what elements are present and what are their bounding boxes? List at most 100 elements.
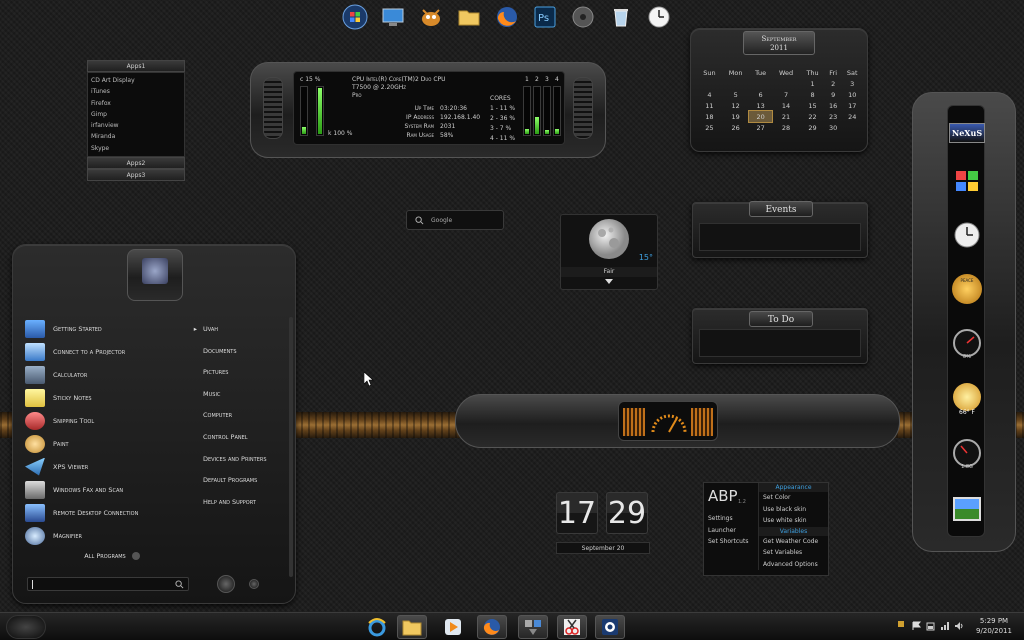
start-link-control-panel[interactable]: Control Panel <box>203 427 293 449</box>
snipping-icon[interactable] <box>557 615 587 639</box>
calendar-day[interactable]: 9 <box>825 89 842 100</box>
apps3-header[interactable]: Apps3 <box>87 169 185 182</box>
set-color-option[interactable]: Set Color <box>759 492 828 504</box>
list-item[interactable]: iTunes <box>88 86 184 97</box>
calendar-day[interactable]: 3 <box>841 78 863 89</box>
start-item-calculator[interactable]: Calculator <box>21 363 203 386</box>
abp-launcher-link[interactable]: Launcher <box>704 525 758 537</box>
calendar-day[interactable]: 16 <box>825 100 842 111</box>
start-item-snipping-tool[interactable]: Snipping Tool <box>21 409 203 432</box>
scrollbar[interactable] <box>289 317 293 577</box>
peace-badge-icon[interactable]: PEACE <box>948 270 986 308</box>
calendar-day[interactable]: 18 <box>697 111 722 122</box>
calendar-day[interactable]: 15 <box>800 100 825 111</box>
calendar-day[interactable]: 21 <box>772 111 800 122</box>
start-item-remote-desktop[interactable]: Remote Desktop Connection <box>21 501 203 524</box>
list-item[interactable]: irfanview <box>88 120 184 131</box>
flag-icon[interactable] <box>912 621 922 631</box>
set-variables-option[interactable]: Set Variables <box>759 547 828 559</box>
windows-start-icon[interactable] <box>340 2 370 32</box>
calendar-day[interactable]: 30 <box>825 122 842 133</box>
start-item-fax-scan[interactable]: Windows Fax and Scan <box>21 478 203 501</box>
list-item[interactable]: Gimp <box>88 109 184 120</box>
calendar-day[interactable]: 2 <box>825 78 842 89</box>
list-item[interactable]: Miranda <box>88 131 184 142</box>
abp-shortcuts-link[interactable]: Set Shortcuts <box>704 536 758 548</box>
media-player-icon[interactable] <box>438 615 468 639</box>
apps1-header[interactable]: Apps1 <box>87 60 185 72</box>
weather-code-option[interactable]: Get Weather Code <box>759 536 828 548</box>
tray-notification-icon[interactable] <box>898 621 904 627</box>
network-icon[interactable] <box>940 621 950 631</box>
memory-gauge-icon[interactable]: 1.8G <box>948 434 986 472</box>
start-item-paint[interactable]: Paint <box>21 432 203 455</box>
calendar-day[interactable]: 25 <box>697 122 722 133</box>
calendar-day[interactable]: 27 <box>749 122 771 133</box>
recycle-bin-icon[interactable] <box>606 2 636 32</box>
calendar-day[interactable]: 6 <box>749 89 771 100</box>
battery-icon[interactable] <box>926 621 936 631</box>
folder-icon[interactable] <box>454 2 484 32</box>
calendar-day[interactable]: 29 <box>800 122 825 133</box>
power-icon[interactable] <box>217 575 235 593</box>
calendar-day[interactable]: 10 <box>841 89 863 100</box>
internet-explorer-icon[interactable] <box>362 615 392 639</box>
system-clock[interactable]: 5:29 PM 9/20/2011 <box>972 616 1016 636</box>
start-item-magnifier[interactable]: Magnifier <box>21 524 203 547</box>
start-orb-button[interactable] <box>6 615 46 639</box>
start-link-computer[interactable]: Computer <box>203 405 293 427</box>
start-link-help-support[interactable]: Help and Support <box>203 492 293 514</box>
list-item[interactable]: CD Art Display <box>88 75 184 86</box>
start-link-pictures[interactable]: Pictures <box>203 362 293 384</box>
weather-sun-icon[interactable]: 66° F <box>948 378 986 416</box>
white-skin-option[interactable]: Use white skin <box>759 515 828 527</box>
start-link-user[interactable]: Uvah <box>203 319 293 341</box>
calendar-day[interactable]: 28 <box>772 122 800 133</box>
remote-app-icon[interactable] <box>595 615 625 639</box>
start-item-projector[interactable]: Connect to a Projector <box>21 340 203 363</box>
calendar-day[interactable]: 20 <box>748 110 773 123</box>
start-link-default-programs[interactable]: Default Programs <box>203 470 293 492</box>
calendar-day[interactable]: 26 <box>722 122 750 133</box>
explorer-folder-icon[interactable] <box>397 615 427 639</box>
gimp-icon[interactable] <box>416 2 446 32</box>
calendar-day[interactable]: 17 <box>841 100 863 111</box>
start-link-devices-printers[interactable]: Devices and Printers <box>203 449 293 471</box>
avatar[interactable] <box>142 258 168 284</box>
advanced-options-option[interactable]: Advanced Options <box>759 559 828 571</box>
abp-settings-link[interactable]: Settings <box>704 513 758 525</box>
calendar-day[interactable]: 7 <box>772 89 800 100</box>
clock-icon[interactable] <box>644 2 674 32</box>
calendar-day[interactable]: 5 <box>722 89 750 100</box>
calendar-day[interactable]: 11 <box>697 100 722 111</box>
calendar-day[interactable]: 23 <box>825 111 842 122</box>
calendar-day[interactable]: 8 <box>800 89 825 100</box>
calendar-day[interactable]: 1 <box>800 78 825 89</box>
black-skin-option[interactable]: Use black skin <box>759 504 828 516</box>
calendar-day[interactable]: 22 <box>800 111 825 122</box>
start-item-sticky-notes[interactable]: Sticky Notes <box>21 386 203 409</box>
remote-desktop-icon[interactable] <box>378 2 408 32</box>
nexus-logo-icon[interactable]: NeXuS <box>948 114 986 152</box>
chevron-down-icon[interactable] <box>605 279 613 284</box>
calendar-day[interactable]: 4 <box>697 89 722 100</box>
photoshop-icon[interactable]: Ps <box>530 2 560 32</box>
disc-icon[interactable] <box>568 2 598 32</box>
calendar-day[interactable]: 19 <box>722 111 750 122</box>
calendar-day[interactable]: 13 <box>749 100 771 111</box>
firefox-icon[interactable] <box>492 2 522 32</box>
calendar-day[interactable]: 24 <box>841 111 863 122</box>
shutdown-options-icon[interactable] <box>249 579 259 589</box>
start-item-xps-viewer[interactable]: XPS Viewer <box>21 455 203 478</box>
todo-list[interactable] <box>699 329 861 357</box>
cpu-gauge-icon[interactable]: 8% <box>948 324 986 362</box>
calendar-header[interactable]: September 2011 <box>743 31 815 55</box>
firefox-icon[interactable] <box>477 615 507 639</box>
clock-icon[interactable] <box>948 216 986 254</box>
calendar-day[interactable]: 12 <box>722 100 750 111</box>
apps2-header[interactable]: Apps2 <box>87 157 185 170</box>
picture-frame-icon[interactable] <box>948 490 986 528</box>
list-item[interactable]: Firefox <box>88 98 184 109</box>
sticky-apps-icon[interactable] <box>518 615 548 639</box>
start-link-documents[interactable]: Documents <box>203 341 293 363</box>
